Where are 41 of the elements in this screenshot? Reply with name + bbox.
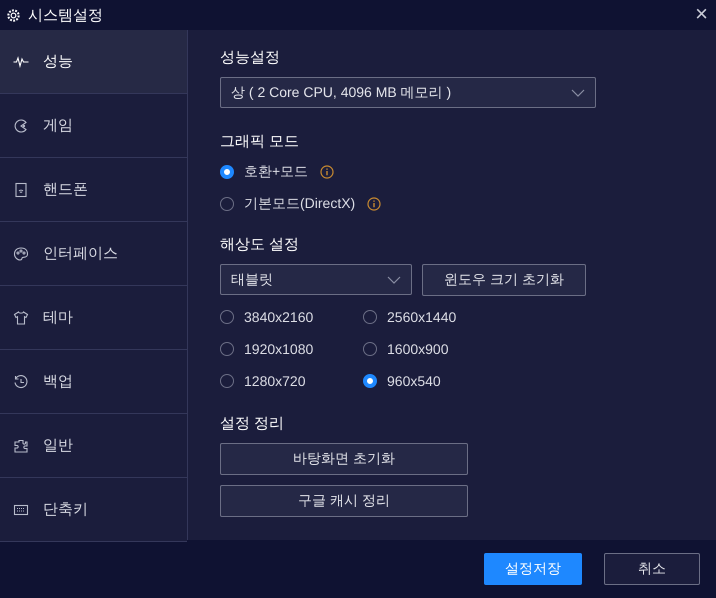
cleanup-button[interactable]: 바탕화면 초기화 <box>220 443 468 475</box>
section-title: 그래픽 모드 <box>220 132 300 151</box>
radio-label: 1920x1080 <box>244 341 314 357</box>
radio-button[interactable] <box>220 374 234 388</box>
radio-button[interactable] <box>363 342 377 356</box>
radio-button[interactable] <box>220 310 234 324</box>
radio-label: 1280x720 <box>244 373 306 389</box>
radio-button[interactable] <box>220 342 234 356</box>
radio-label: 기본모드(DirectX) <box>244 195 356 213</box>
chevron-down-icon <box>571 88 585 96</box>
palette-icon <box>13 246 29 262</box>
radio-button[interactable] <box>220 165 234 179</box>
history-icon <box>13 374 29 390</box>
section-title: 성능설정 <box>220 48 280 67</box>
device-dropdown[interactable]: 태블릿 <box>220 264 412 295</box>
window-title: 시스템설정 <box>28 6 103 24</box>
shirt-icon <box>13 310 29 326</box>
puzzle-icon <box>13 438 29 454</box>
cleanup-button[interactable]: 구글 캐시 정리 <box>220 485 468 517</box>
pulse-icon <box>13 54 29 70</box>
chevron-down-icon <box>387 276 401 284</box>
section-title: 해상도 설정 <box>220 235 300 254</box>
settings-icon <box>6 8 21 22</box>
info-icon[interactable] <box>367 197 382 211</box>
radio-button[interactable] <box>363 310 377 324</box>
radio-button[interactable] <box>363 374 377 388</box>
radio-button[interactable] <box>220 197 234 211</box>
section-title: 설정 정리 <box>220 414 284 433</box>
cancel-button[interactable]: 취소 <box>604 553 700 585</box>
radio-label: 1600x900 <box>387 341 449 357</box>
pacman-icon <box>13 118 29 134</box>
performance-dropdown[interactable]: 상 ( 2 Core CPU, 4096 MB 메모리 ) <box>220 77 596 108</box>
info-icon[interactable] <box>320 165 334 179</box>
sidebar-item[interactable]: 성능 <box>0 30 187 94</box>
radio-label: 3840x2160 <box>244 309 314 325</box>
radio-label: 960x540 <box>387 373 441 389</box>
phone-icon <box>13 182 29 198</box>
close-button[interactable]: × <box>687 3 716 27</box>
radio-label: 호환+모드 <box>244 163 308 181</box>
reset-window-size-button[interactable]: 윈도우 크기 초기화 <box>422 264 586 296</box>
radio-label: 2560x1440 <box>387 309 456 325</box>
